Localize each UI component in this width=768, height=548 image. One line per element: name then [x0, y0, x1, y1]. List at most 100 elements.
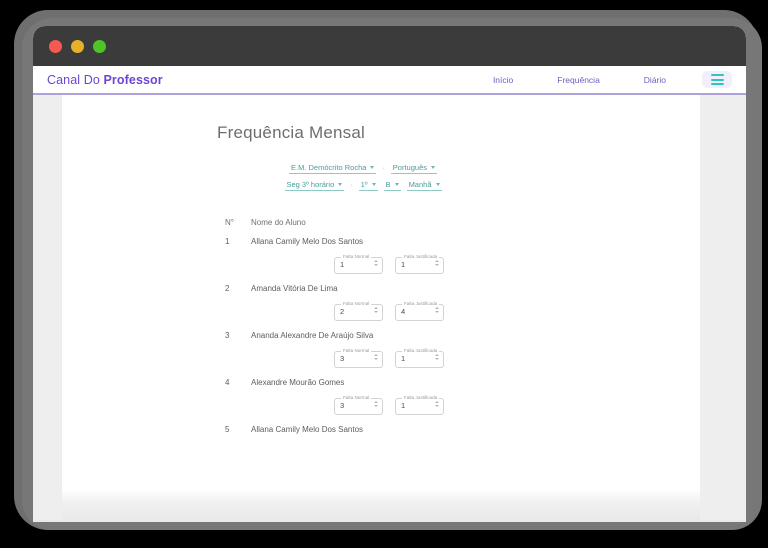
- page-title: Frequência Mensal: [217, 123, 365, 142]
- nav-item-inicio[interactable]: Início: [471, 75, 535, 85]
- student-row-head: 5 Allana Camily Melo Dos Santos: [62, 425, 700, 434]
- stepper-down-icon[interactable]: [435, 405, 439, 407]
- falta-normal-value: 1: [340, 260, 345, 269]
- falta-justificada-stepper[interactable]: [435, 306, 439, 313]
- falta-normal-value: 3: [340, 354, 345, 363]
- nav-item-frequencia[interactable]: Frequência: [535, 75, 622, 85]
- student-row-head: 4 Alexandre Mourão Gomes: [62, 378, 700, 387]
- student-absence-inputs: Falta Normal 2 Falta Justificada 4: [62, 301, 700, 321]
- falta-normal-stepper[interactable]: [374, 353, 378, 360]
- falta-normal-stepper[interactable]: [374, 400, 378, 407]
- select-grade[interactable]: 1º: [358, 180, 378, 191]
- column-header-number: N°: [225, 218, 234, 227]
- falta-normal-field[interactable]: Falta Normal 3: [334, 348, 383, 368]
- falta-normal-value: 2: [340, 307, 345, 316]
- close-button[interactable]: [49, 39, 62, 53]
- student-number: 1: [225, 237, 230, 246]
- page-content: Frequência Mensal E.M. Demócrito Rocha ·…: [62, 95, 700, 520]
- hamburger-line: [710, 83, 724, 85]
- separator-dot: ·: [350, 182, 353, 189]
- stepper-down-icon[interactable]: [374, 264, 378, 266]
- falta-justificada-value: 4: [401, 307, 406, 316]
- stepper-down-icon[interactable]: [374, 405, 378, 407]
- stepper-down-icon[interactable]: [435, 358, 439, 360]
- table-row: 4 Alexandre Mourão Gomes Falta Normal 3 Falt…: [62, 378, 700, 415]
- select-schedule-value: Seg 3º horário: [286, 180, 335, 189]
- falta-justificada-value: 1: [401, 354, 406, 363]
- browser-window: Canal Do Professor Início Frequência Diá…: [33, 26, 746, 522]
- stepper-up-icon[interactable]: [374, 400, 378, 403]
- separator-dot: ·: [382, 165, 385, 172]
- falta-normal-field[interactable]: Falta Normal 2: [334, 301, 383, 321]
- stepper-up-icon[interactable]: [435, 306, 439, 309]
- student-name: Alexandre Mourão Gomes: [251, 378, 345, 387]
- select-shift[interactable]: Manhã: [406, 180, 442, 191]
- select-subject[interactable]: Português: [390, 163, 437, 174]
- student-number: 2: [225, 284, 230, 293]
- student-absence-inputs: Falta Normal 1 Falta Justificada 1: [62, 254, 700, 274]
- chevron-down-icon: [435, 183, 440, 186]
- select-school-value: E.M. Demócrito Rocha: [291, 163, 367, 172]
- student-row-head: 1 Allana Camily Melo Dos Santos: [62, 237, 700, 246]
- stepper-up-icon[interactable]: [374, 259, 378, 262]
- student-row-head: 2 Amanda Vitória De Lima: [62, 284, 700, 293]
- student-row-head: 3 Ananda Alexandre De Araújo Silva: [62, 331, 700, 340]
- chevron-down-icon: [371, 183, 376, 186]
- stepper-down-icon[interactable]: [435, 311, 439, 313]
- app-body: Frequência Mensal E.M. Demócrito Rocha ·…: [33, 95, 746, 520]
- falta-justificada-label: Falta Justificada: [404, 395, 438, 400]
- filter-selectors: E.M. Demócrito Rocha · Português Seg 3º …: [62, 163, 700, 191]
- student-number: 5: [225, 425, 230, 434]
- filter-row-1: E.M. Demócrito Rocha · Português: [62, 163, 664, 174]
- falta-justificada-field[interactable]: Falta Justificada 4: [395, 301, 444, 321]
- falta-justificada-label: Falta Justificada: [404, 348, 438, 353]
- stepper-down-icon[interactable]: [435, 264, 439, 266]
- table-row: 2 Amanda Vitória De Lima Falta Normal 2 Falt…: [62, 284, 700, 321]
- falta-normal-label: Falta Normal: [343, 348, 370, 353]
- stepper-up-icon[interactable]: [374, 306, 378, 309]
- falta-normal-label: Falta Normal: [343, 301, 370, 306]
- hamburger-icon[interactable]: [702, 71, 732, 88]
- falta-normal-field[interactable]: Falta Normal 3: [334, 395, 383, 415]
- stepper-up-icon[interactable]: [435, 353, 439, 356]
- nav-item-diario[interactable]: Diário: [622, 75, 688, 85]
- falta-justificada-stepper[interactable]: [435, 353, 439, 360]
- stepper-up-icon[interactable]: [374, 353, 378, 356]
- app-header: Canal Do Professor Início Frequência Diá…: [33, 66, 746, 95]
- falta-justificada-label: Falta Justificada: [404, 254, 438, 259]
- falta-normal-stepper[interactable]: [374, 259, 378, 266]
- stepper-down-icon[interactable]: [374, 311, 378, 313]
- stepper-up-icon[interactable]: [435, 400, 439, 403]
- stepper-up-icon[interactable]: [435, 259, 439, 262]
- hamburger-line: [710, 74, 724, 76]
- student-list: 1 Allana Camily Melo Dos Santos Falta Norm…: [62, 237, 700, 434]
- stepper-down-icon[interactable]: [374, 358, 378, 360]
- falta-normal-value: 3: [340, 401, 345, 410]
- falta-justificada-field[interactable]: Falta Justificada 1: [395, 254, 444, 274]
- brand-strong: Professor: [103, 72, 163, 87]
- minimize-button[interactable]: [71, 39, 84, 53]
- select-shift-value: Manhã: [408, 180, 432, 189]
- student-name: Allana Camily Melo Dos Santos: [251, 425, 364, 434]
- right-gutter: [700, 95, 746, 520]
- select-class[interactable]: B: [383, 180, 401, 191]
- column-header-name: Nome do Aluno: [251, 218, 306, 227]
- table-header: N° Nome do Aluno: [62, 218, 700, 227]
- falta-normal-field[interactable]: Falta Normal 1: [334, 254, 383, 274]
- falta-justificada-label: Falta Justificada: [404, 301, 438, 306]
- student-absence-inputs: Falta Normal 3 Falta Justificada 1: [62, 348, 700, 368]
- brand-logo[interactable]: Canal Do Professor: [47, 73, 163, 87]
- maximize-button[interactable]: [93, 39, 106, 53]
- select-school[interactable]: E.M. Demócrito Rocha: [289, 163, 377, 174]
- window-titlebar: [33, 26, 746, 66]
- falta-justificada-stepper[interactable]: [435, 400, 439, 407]
- student-name: Ananda Alexandre De Araújo Silva: [251, 331, 374, 340]
- falta-justificada-value: 1: [401, 260, 406, 269]
- falta-justificada-field[interactable]: Falta Justificada 1: [395, 395, 444, 415]
- student-name: Amanda Vitória De Lima: [251, 284, 338, 293]
- select-grade-value: 1º: [360, 180, 368, 189]
- falta-justificada-stepper[interactable]: [435, 259, 439, 266]
- select-schedule[interactable]: Seg 3º horário: [284, 180, 345, 191]
- falta-normal-stepper[interactable]: [374, 306, 378, 313]
- falta-justificada-field[interactable]: Falta Justificada 1: [395, 348, 444, 368]
